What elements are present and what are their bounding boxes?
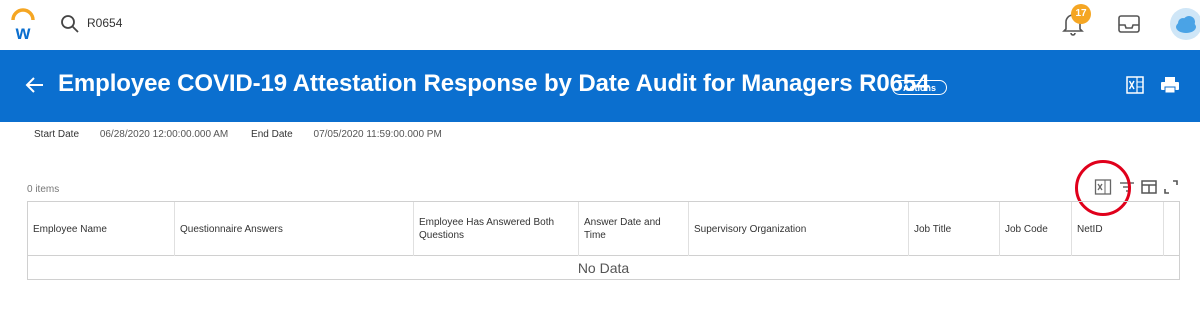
actions-button[interactable]: Actions (892, 80, 948, 95)
back-arrow-icon[interactable] (24, 74, 46, 96)
inbox-icon[interactable] (1116, 12, 1142, 36)
column-header[interactable]: NetID (1072, 202, 1164, 256)
end-date-label: End Date (251, 129, 293, 140)
column-header[interactable]: Job Code (1000, 202, 1072, 256)
report-parameters: Start Date 06/28/2020 12:00:00.000 AM En… (34, 129, 442, 140)
table-header: Employee Name Questionnaire Answers Empl… (28, 202, 1179, 256)
avatar[interactable] (1170, 8, 1200, 40)
data-table: Employee Name Questionnaire Answers Empl… (27, 201, 1180, 280)
column-header[interactable]: Answer Date and Time (579, 202, 689, 256)
column-header[interactable]: Questionnaire Answers (175, 202, 414, 256)
top-bar: w R0654 17 (0, 0, 1200, 50)
items-count: 0 items (27, 184, 60, 195)
empty-state-message: No Data (577, 260, 630, 276)
column-header[interactable]: Employee Name (28, 202, 175, 256)
column-header[interactable]: Employee Has Answered Both Questions (414, 202, 579, 256)
svg-text:w: w (15, 23, 31, 42)
column-header[interactable]: Job Title (909, 202, 1000, 256)
notification-badge: 17 (1071, 4, 1091, 24)
cloud-avatar-icon (1176, 16, 1196, 33)
start-date-label: Start Date (34, 129, 80, 140)
search-input[interactable]: R0654 (87, 16, 122, 30)
start-date-value: 06/28/2020 12:00:00.000 AM (99, 129, 229, 140)
end-date-value: 07/05/2020 11:59:00.000 PM (313, 129, 442, 140)
page-title: Employee COVID-19 Attestation Response b… (58, 70, 930, 97)
fullscreen-icon[interactable] (1162, 178, 1180, 196)
column-header[interactable]: Supervisory Organization (689, 202, 909, 256)
workday-logo-icon[interactable]: w (8, 8, 38, 42)
search-icon[interactable] (60, 14, 80, 34)
columns-icon[interactable] (1140, 178, 1158, 196)
excel-icon[interactable] (1126, 76, 1144, 94)
print-icon[interactable] (1160, 76, 1180, 94)
page-header: Employee COVID-19 Attestation Response b… (0, 50, 1200, 122)
